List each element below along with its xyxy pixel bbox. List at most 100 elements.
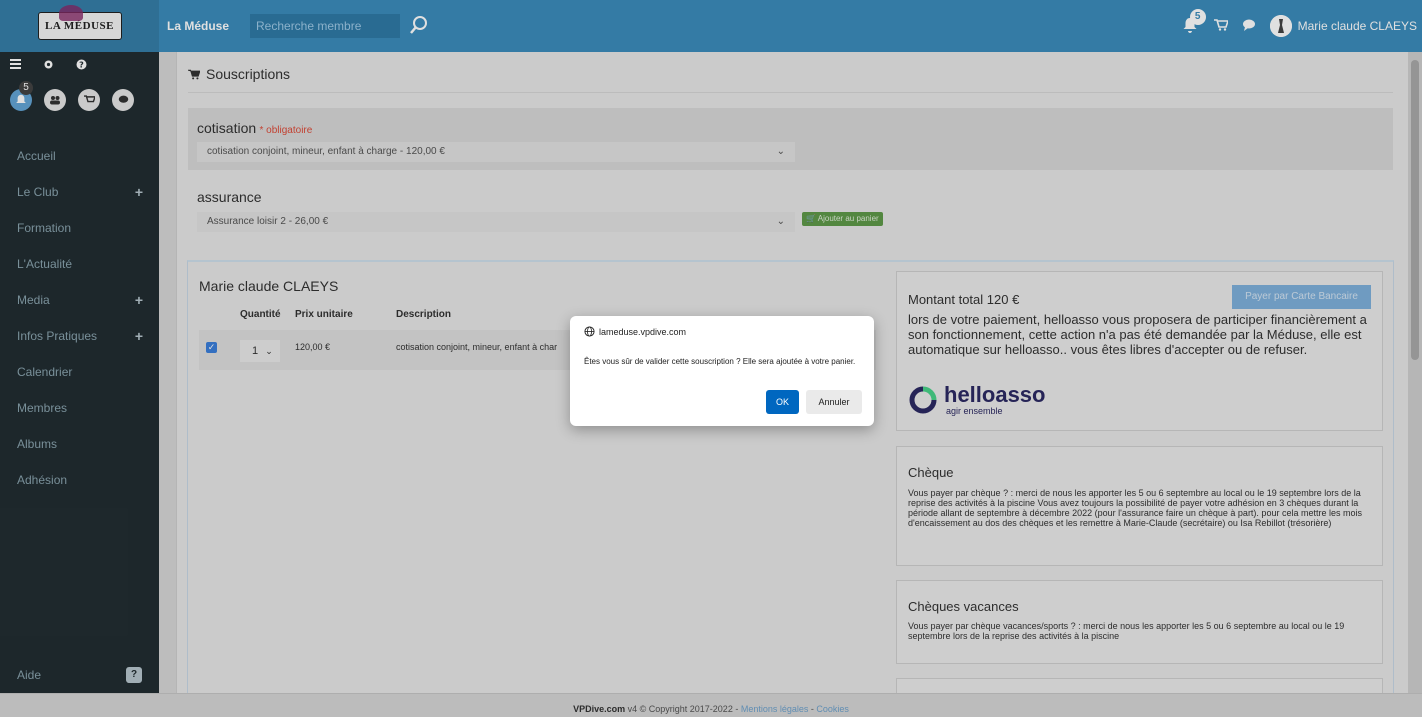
page-scrollbar[interactable] <box>1408 52 1422 693</box>
plus-icon: + <box>134 292 143 308</box>
sidebar-item-label: Accueil <box>17 149 56 163</box>
confirm-dialog: lameduse.vpdive.com Êtes vous sûr de val… <box>570 316 874 426</box>
col-header-unit-price: Prix unitaire <box>295 309 353 320</box>
navbar-right: 5 Marie claude CLAEYS <box>1182 0 1422 52</box>
cheque-title: Chèque <box>908 465 954 480</box>
pay-by-card-button[interactable]: Payer par Carte Bancaire <box>1232 285 1371 309</box>
sidebar-item-label: Formation <box>17 221 72 235</box>
assurance-label: assurance <box>197 189 262 205</box>
scrollbar-thumb[interactable] <box>1411 60 1419 360</box>
sidebar-item-label: Albums <box>17 437 58 451</box>
cart-icon <box>188 69 200 79</box>
assurance-selected-value: Assurance loisir 2 - 26,00 € <box>207 216 329 227</box>
globe-icon <box>584 326 595 337</box>
cancel-button[interactable]: Annuler <box>806 390 862 414</box>
sidebar-item-label: L'Actualité <box>17 257 72 271</box>
dialog-origin: lameduse.vpdive.com <box>584 326 686 337</box>
logo-text: LA MÉDUSE <box>45 20 114 32</box>
next-panel <box>896 678 1383 693</box>
cotisation-selected-value: cotisation conjoint, mineur, enfant à ch… <box>207 146 445 157</box>
quantity-select[interactable]: 1 ⌄ <box>240 340 280 362</box>
cheque-vacances-info: Vous payer par chèque vacances/sports ? … <box>908 621 1345 641</box>
cheque-vacances-title: Chèques vacances <box>908 599 1019 614</box>
sidebar-item-6[interactable]: Calendrier <box>0 354 159 390</box>
assurance-select[interactable]: Assurance loisir 2 - 26,00 € ⌄ <box>197 212 795 232</box>
helloasso-tagline: agir ensemble <box>946 406 1003 416</box>
sidebar-item-8[interactable]: Albums <box>0 426 159 462</box>
sidebar-item-7[interactable]: Membres <box>0 390 159 426</box>
row-checkbox[interactable]: ✓ <box>206 342 217 353</box>
legal-notice-link[interactable]: Mentions légales <box>741 704 809 714</box>
settings-gear-icon[interactable] <box>43 59 54 70</box>
cheque-info: Vous payer par chèque ? : merci de nous … <box>908 488 1362 528</box>
add-to-cart-button[interactable]: 🛒 Ajouter au panier <box>802 212 883 226</box>
avatar <box>1269 15 1292 37</box>
add-to-cart-label: Ajouter au panier <box>817 214 879 223</box>
dialog-message: Êtes vous sûr de valider cette souscript… <box>584 357 856 366</box>
user-menu[interactable]: Marie claude CLAEYS <box>1269 15 1417 37</box>
users-icon <box>50 96 60 105</box>
cotisation-heading: cotisation * obligatoire <box>197 120 312 136</box>
chevron-down-icon: ⌄ <box>776 216 785 227</box>
sidebar-item-3[interactable]: L'Actualité <box>0 246 159 282</box>
col-header-quantity: Quantité <box>240 309 281 320</box>
cotisation-select[interactable]: cotisation conjoint, mineur, enfant à ch… <box>197 142 795 162</box>
cart-icon: 🛒 <box>806 214 816 223</box>
plus-icon: + <box>134 328 143 344</box>
footer: VPDive.com v4 © Copyright 2017-2022 - Me… <box>0 693 1422 717</box>
member-search-input[interactable] <box>250 14 400 38</box>
sidebar-item-5[interactable]: Infos Pratiques + <box>0 318 159 354</box>
member-name: Marie claude CLAEYS <box>199 278 339 294</box>
sidebar-notification-badge: 5 <box>19 81 33 95</box>
sidebar-notifications-button[interactable]: 5 <box>10 81 33 111</box>
sidebar-item-label: Media <box>17 293 50 307</box>
col-header-description: Description <box>396 309 452 320</box>
help-circle-icon[interactable]: ? <box>76 59 87 70</box>
quantity-value: 1 <box>252 345 259 357</box>
page-title: Souscriptions <box>188 66 290 82</box>
row-description: cotisation conjoint, mineur, enfant à ch… <box>396 342 558 352</box>
cart-icon[interactable] <box>1213 18 1229 34</box>
row-unit-price: 120,00 € <box>295 342 331 352</box>
top-navbar: LA MÉDUSE La Méduse 5 Marie claude CLAEY… <box>0 0 1422 52</box>
cotisation-label: cotisation <box>197 120 257 136</box>
club-logo[interactable]: LA MÉDUSE <box>37 5 122 40</box>
required-label: * obligatoire <box>259 125 313 136</box>
sidebar-item-4[interactable]: Media + <box>0 282 159 318</box>
sidebar-item-9[interactable]: Adhésion <box>0 462 159 498</box>
cookies-link[interactable]: Cookies <box>816 704 849 714</box>
plus-icon: + <box>134 184 143 200</box>
sidebar-users-button[interactable] <box>44 89 66 111</box>
help-label: Aide <box>17 668 42 682</box>
sidebar-help[interactable]: Aide ? <box>0 663 159 687</box>
sidebar-item-1[interactable]: Le Club + <box>0 174 159 210</box>
sidebar-cart-button[interactable] <box>78 89 100 111</box>
sidebar: ? 5 Accueil Le Club + Formation L'Actualité M… <box>0 52 159 717</box>
cart-icon <box>83 95 95 103</box>
sidebar-item-label: Membres <box>17 401 68 415</box>
helloasso-logo-icon <box>909 386 937 414</box>
menu-toggle-icon[interactable] <box>10 59 21 70</box>
page-title-text: Souscriptions <box>206 66 291 82</box>
title-divider <box>188 92 1393 93</box>
sidebar-item-2[interactable]: Formation <box>0 210 159 246</box>
svg-text:?: ? <box>79 60 84 69</box>
total-amount: Montant total 120 € <box>908 292 1020 307</box>
logo-area[interactable]: LA MÉDUSE <box>0 0 159 52</box>
chevron-down-icon: ⌄ <box>265 346 273 356</box>
helloasso-wordmark: helloasso <box>944 382 1046 407</box>
comments-icon[interactable] <box>1242 19 1256 34</box>
sidebar-chat-button[interactable] <box>112 89 134 111</box>
chevron-down-icon: ⌄ <box>776 146 785 157</box>
brand-link[interactable]: La Méduse <box>167 0 229 52</box>
sidebar-item-label: Calendrier <box>17 365 73 379</box>
notifications-button[interactable]: 5 <box>1182 9 1206 35</box>
dialog-origin-text: lameduse.vpdive.com <box>599 326 687 337</box>
search-icon[interactable] <box>408 14 432 38</box>
sidebar-item-label: Adhésion <box>17 473 68 487</box>
sidebar-item-0[interactable]: Accueil <box>0 138 159 174</box>
ok-button[interactable]: OK <box>766 390 799 414</box>
footer-copyright: v4 © Copyright 2017-2022 - <box>625 704 741 714</box>
helloasso-logo: helloasso agir ensemble <box>908 384 1045 416</box>
sidebar-menu: Accueil Le Club + Formation L'Actualité Media… <box>0 138 159 498</box>
